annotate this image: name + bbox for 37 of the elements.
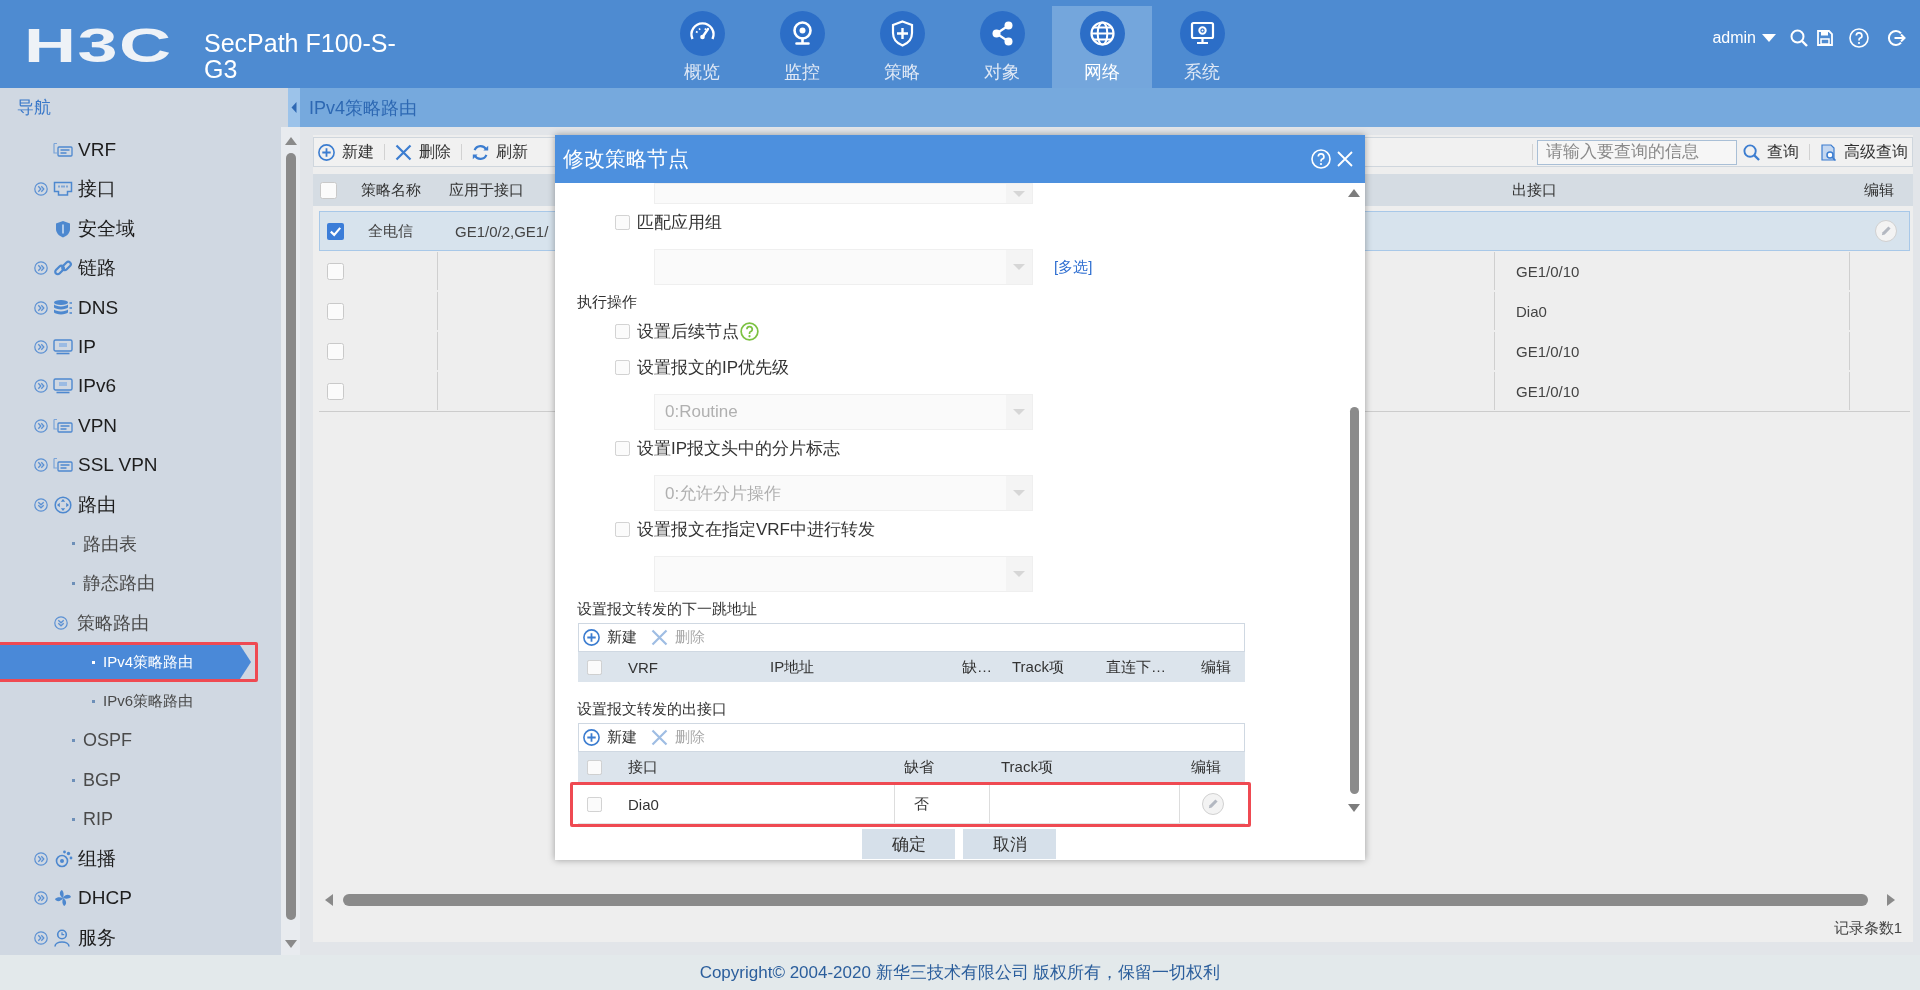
table-cell: 否: [914, 794, 929, 814]
section-label: 设置报文转发的下一跳地址: [577, 599, 757, 619]
section-label: 设置报文转发的出接口: [577, 699, 727, 719]
column-header: 编辑: [1864, 180, 1894, 200]
table-cell: GE1/0/2,GE1/: [455, 222, 549, 240]
logo: H3C: [24, 22, 173, 70]
table-cell: GE1/0/10: [1516, 382, 1580, 400]
column-header: 出接口: [1512, 180, 1557, 200]
record-count: 记录条数1: [1833, 920, 1902, 936]
column-header: 缺省: [904, 757, 934, 775]
column-header: 编辑: [1201, 657, 1231, 675]
column-header: Track项: [1012, 657, 1064, 675]
column-header: 策略名称: [361, 180, 421, 200]
column-header: IP地址: [770, 657, 815, 675]
checkbox-label: 设置IP报文头中的分片标志: [637, 437, 841, 460]
table-cell: 全电信: [368, 221, 413, 241]
column-header: 编辑: [1191, 757, 1221, 775]
column-header: Track项: [1001, 757, 1053, 775]
column-header: 接口: [628, 757, 658, 775]
breadcrumb: IPv4策略路由: [309, 96, 418, 120]
column-header: 缺…: [962, 657, 992, 675]
column-header: 应用于接口: [449, 180, 524, 200]
table-cell: GE1/0/10: [1516, 342, 1580, 360]
product-name: SecPath F100-S-G3: [204, 30, 397, 82]
column-header: VRF: [628, 658, 658, 676]
sidebar-title: 导航: [17, 97, 51, 119]
column-header: 直连下…: [1106, 657, 1166, 675]
checkbox-label: 设置报文在指定VRF中进行转发: [637, 518, 875, 541]
table-cell: Dia0: [628, 795, 659, 813]
table-cell: Dia0: [1516, 302, 1547, 320]
table-cell: GE1/0/10: [1516, 262, 1580, 280]
copyright-text: Copyright© 2004-2020 新华三技术有限公司 版权所有，保留一切权利: [699, 962, 1221, 984]
checkbox-label: 设置后续节点: [637, 320, 739, 343]
section-label: 执行操作: [577, 292, 637, 312]
checkbox-label: 匹配应用组: [637, 211, 722, 234]
checkbox-label: 设置报文的IP优先级: [637, 356, 790, 379]
dialog-title: 修改策略节点: [563, 146, 689, 172]
